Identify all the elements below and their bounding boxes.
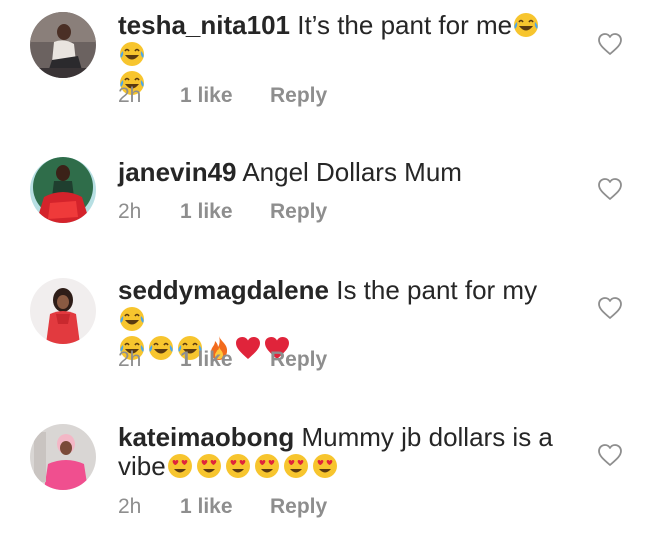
smiling-face-with-heart-eyes-icon [166, 452, 194, 480]
comment-username[interactable]: kateimaobong [118, 422, 294, 452]
like-heart-icon[interactable] [597, 32, 623, 56]
comment-meta: 2h 1 like Reply [118, 348, 327, 372]
comment-meta: 2h 1 like Reply [118, 495, 327, 519]
comment-time[interactable]: 2h [118, 200, 180, 224]
reply-button[interactable]: Reply [270, 495, 327, 518]
comment-likes[interactable]: 1 like [180, 200, 270, 224]
avatar-janevin49[interactable] [30, 157, 96, 223]
comment-time[interactable]: 2h [118, 348, 180, 372]
smiling-face-with-heart-eyes-icon [282, 452, 310, 480]
face-with-tears-of-joy-icon [118, 40, 146, 68]
like-heart-icon[interactable] [597, 177, 623, 201]
like-heart-icon[interactable] [597, 443, 623, 467]
avatar-tesha-nita101[interactable] [30, 12, 96, 78]
like-heart-icon[interactable] [597, 296, 623, 320]
comment-meta: 2h 1 like Reply [118, 200, 327, 224]
comment-body: janevin49 Angel Dollars Mum [118, 158, 563, 187]
comment-username[interactable]: tesha_nita101 [118, 10, 290, 40]
comment-text: Angel Dollars Mum [242, 157, 462, 187]
comment-likes[interactable]: 1 like [180, 84, 270, 108]
smiling-face-with-heart-eyes-icon [195, 452, 223, 480]
comment-username[interactable]: janevin49 [118, 157, 237, 187]
comment-text: It’s the pant for me [297, 10, 513, 40]
comment-body: kateimaobong Mummy jb dollars is a vibe [118, 423, 563, 481]
comment-likes[interactable]: 1 like [180, 348, 270, 372]
comment-text: Is the pant for my [336, 275, 538, 305]
comment-meta: 2h 1 like Reply [118, 84, 327, 108]
face-with-tears-of-joy-icon [512, 11, 540, 39]
comment-time[interactable]: 2h [118, 84, 180, 108]
reply-button[interactable]: Reply [270, 200, 327, 223]
face-with-tears-of-joy-icon [118, 305, 146, 333]
comment-username[interactable]: seddymagdalene [118, 275, 329, 305]
reply-button[interactable]: Reply [270, 348, 327, 371]
smiling-face-with-heart-eyes-icon [224, 452, 252, 480]
comment-time[interactable]: 2h [118, 495, 180, 519]
comment-likes[interactable]: 1 like [180, 495, 270, 519]
avatar-seddymagdalene[interactable] [30, 278, 96, 344]
avatar-kateimaobong[interactable] [30, 424, 96, 490]
reply-button[interactable]: Reply [270, 84, 327, 107]
smiling-face-with-heart-eyes-icon [253, 452, 281, 480]
smiling-face-with-heart-eyes-icon [311, 452, 339, 480]
